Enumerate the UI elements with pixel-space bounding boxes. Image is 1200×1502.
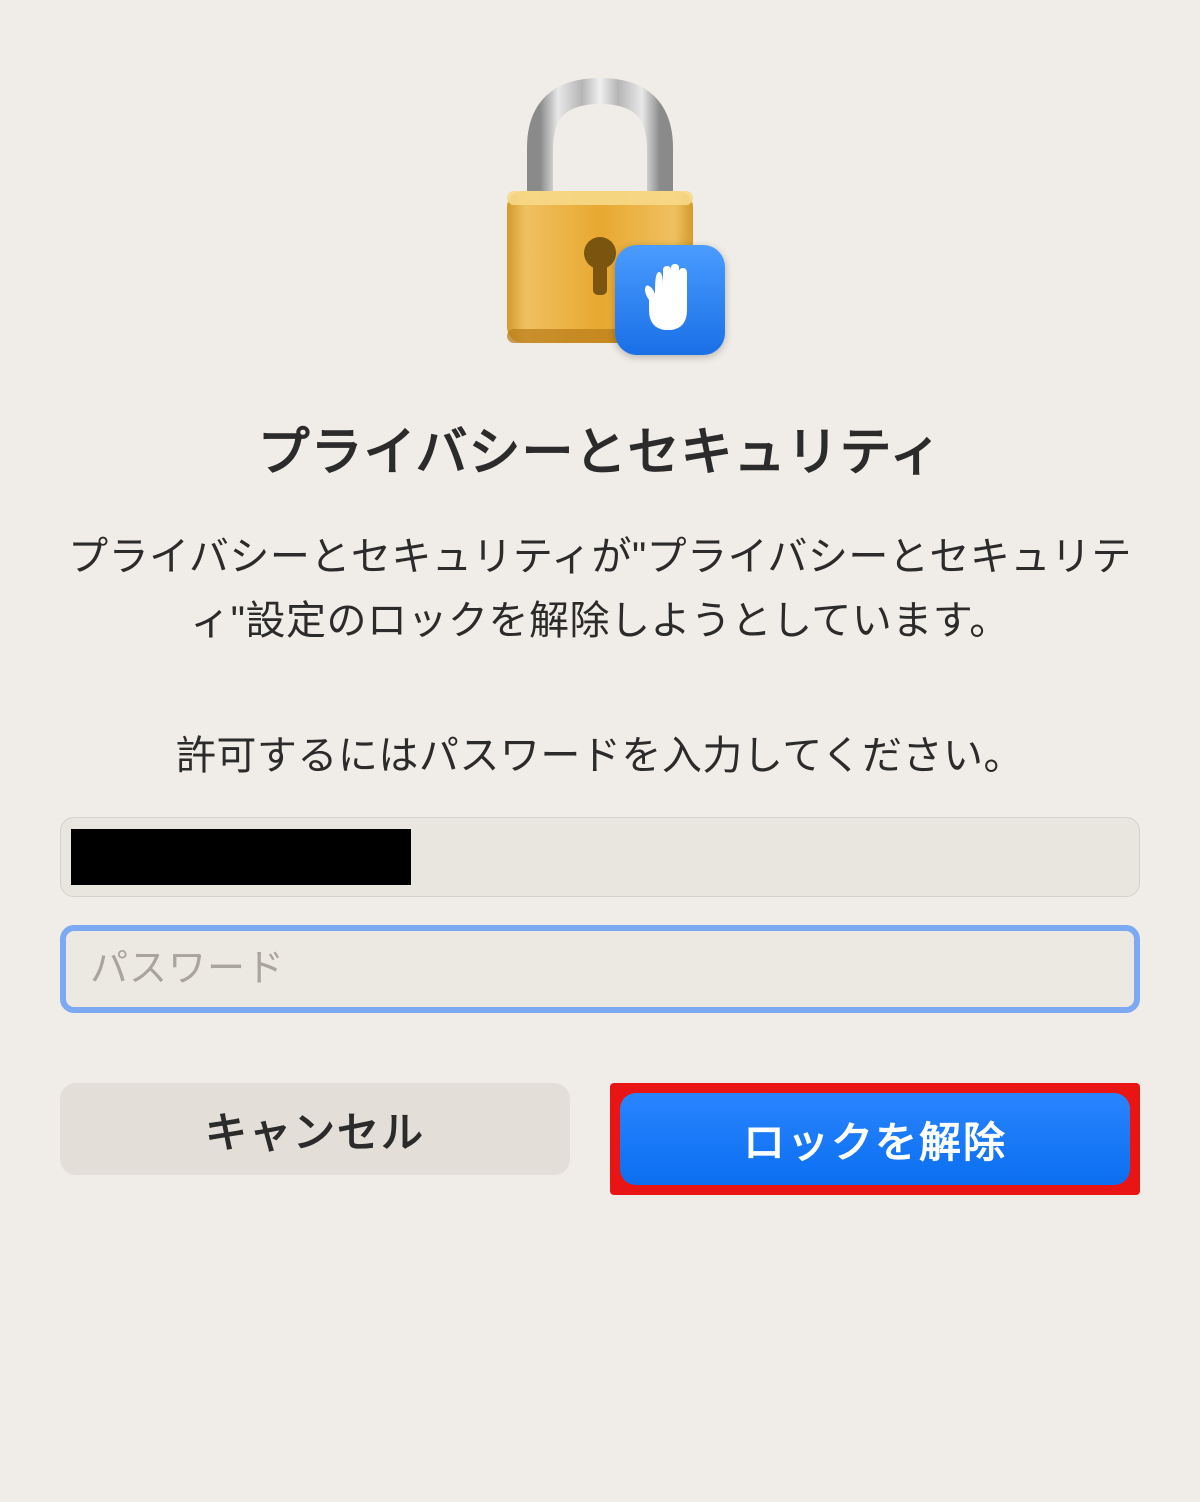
button-row: キャンセル ロックを解除	[60, 1083, 1140, 1195]
privacy-badge	[615, 245, 725, 355]
unlock-button[interactable]: ロックを解除	[620, 1093, 1130, 1185]
credentials-group	[60, 817, 1140, 1013]
unlock-button-highlight: ロックを解除	[610, 1083, 1140, 1195]
cancel-button[interactable]: キャンセル	[60, 1083, 570, 1175]
auth-dialog: プライバシーとセキュリティ プライバシーとセキュリティが"プライバシーとセキュリ…	[0, 0, 1200, 1265]
dialog-prompt: 許可するにはパスワードを入力してください。	[176, 723, 1024, 781]
username-redacted	[71, 829, 411, 885]
dialog-icon-container	[470, 70, 730, 360]
dialog-title: プライバシーとセキュリティ	[258, 410, 943, 485]
hand-privacy-icon	[635, 260, 705, 340]
dialog-message: プライバシーとセキュリティが"プライバシーとセキュリティ"設定のロックを解除しよ…	[60, 525, 1140, 653]
username-field[interactable]	[60, 817, 1140, 897]
password-field[interactable]	[60, 925, 1140, 1013]
